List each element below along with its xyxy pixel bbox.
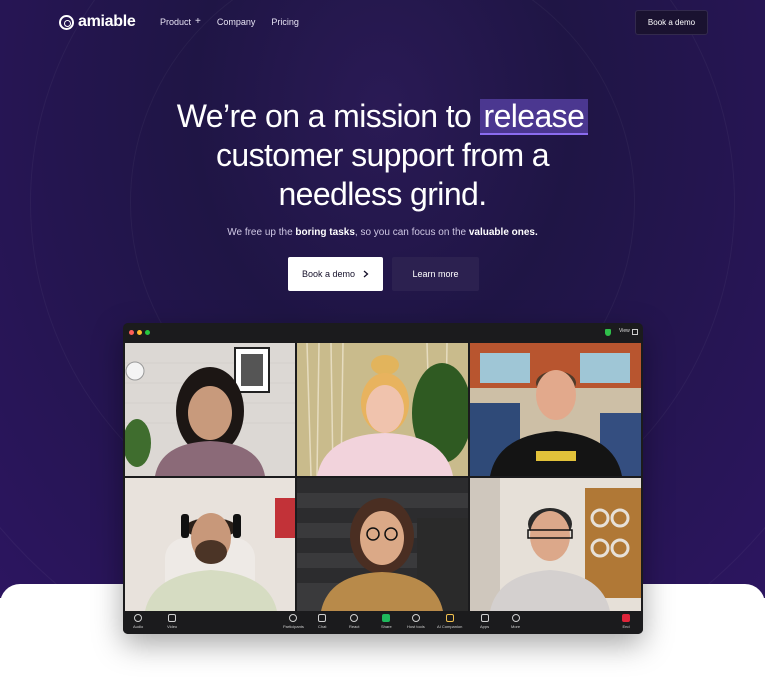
headline-text: We’re on a mission to xyxy=(176,98,472,134)
participant-video xyxy=(297,343,468,476)
chat-label: Chat xyxy=(318,624,327,629)
nav-book-demo-button[interactable]: Book a demo xyxy=(635,10,708,35)
nav-link-product[interactable]: Product + xyxy=(160,16,201,27)
subtitle-bold: boring tasks xyxy=(295,227,355,238)
video-button[interactable]: Video xyxy=(167,614,177,629)
chevron-right-icon xyxy=(363,270,369,278)
end-button[interactable]: End xyxy=(622,614,630,629)
participant-video xyxy=(125,478,295,611)
react-label: React xyxy=(349,624,360,629)
logo[interactable]: amiable xyxy=(59,13,136,31)
end-label: End xyxy=(622,624,630,629)
ai-companion-label: AI Companion xyxy=(437,624,463,629)
microphone-icon xyxy=(134,614,143,622)
host-tools-label: Host tools xyxy=(407,624,425,629)
participant-video xyxy=(470,478,641,611)
nav-link-company[interactable]: Company xyxy=(217,16,256,27)
call-toolbar: Audio Video Participants Chat React Shar… xyxy=(123,611,643,634)
more-icon xyxy=(511,614,520,622)
close-window-dot[interactable] xyxy=(129,330,134,335)
audio-button[interactable]: Audio xyxy=(133,614,143,629)
ai-companion-button[interactable]: AI Companion xyxy=(437,614,462,629)
subtitle-text: We free up the xyxy=(227,227,293,238)
headline-highlight: release xyxy=(479,99,589,135)
apps-button[interactable]: Apps xyxy=(480,614,489,629)
maximize-window-dot[interactable] xyxy=(145,330,150,335)
camera-icon xyxy=(168,614,177,622)
heart-icon xyxy=(350,614,359,622)
window-titlebar: View xyxy=(123,323,643,342)
grid-view-icon[interactable] xyxy=(632,329,638,335)
participant-tile[interactable] xyxy=(470,343,641,476)
minimize-window-dot[interactable] xyxy=(137,330,142,335)
view-label[interactable]: View xyxy=(619,328,630,334)
shield-icon xyxy=(411,614,420,622)
video-label: Video xyxy=(167,624,178,629)
plus-icon: + xyxy=(195,16,201,27)
nav-link-label: Pricing xyxy=(271,16,299,27)
react-button[interactable]: React xyxy=(349,614,359,629)
subtitle-bold: valuable ones. xyxy=(468,227,538,238)
subtitle-text: , so you can focus on the xyxy=(354,227,467,238)
participants-icon xyxy=(289,614,298,622)
chat-icon xyxy=(318,614,327,622)
participant-tile[interactable] xyxy=(470,478,641,611)
headline-line-3: needless grind. xyxy=(278,176,487,212)
nav-link-pricing[interactable]: Pricing xyxy=(271,16,299,27)
apps-label: Apps xyxy=(480,624,490,629)
apps-icon xyxy=(480,614,489,622)
participant-video xyxy=(297,478,468,611)
participant-tile[interactable] xyxy=(297,478,468,611)
shield-icon xyxy=(605,329,611,336)
participants-button[interactable]: Participants xyxy=(283,614,304,629)
logo-text: amiable xyxy=(78,13,136,30)
share-button[interactable]: Share xyxy=(381,614,392,629)
more-button[interactable]: More xyxy=(511,614,520,629)
book-demo-label: Book a demo xyxy=(301,269,356,279)
host-tools-button[interactable]: Host tools xyxy=(407,614,425,629)
participant-tile[interactable] xyxy=(297,343,468,476)
participant-video xyxy=(470,343,641,476)
learn-more-button[interactable]: Learn more xyxy=(392,257,479,291)
participant-tile[interactable] xyxy=(125,343,295,476)
logo-icon xyxy=(59,14,74,30)
headline-line-2: customer support from a xyxy=(216,137,550,173)
nav-link-label: Company xyxy=(216,16,256,27)
share-screen-icon xyxy=(382,614,391,622)
nav-links: Product + Company Pricing xyxy=(160,16,299,27)
top-nav: amiable Product + Company Pricing Book a… xyxy=(0,0,765,46)
hero-headline: We’re on a mission to release customer s… xyxy=(120,97,645,214)
sparkle-icon xyxy=(445,614,454,622)
participant-video xyxy=(125,343,295,476)
more-label: More xyxy=(511,624,521,629)
end-call-icon xyxy=(622,614,630,622)
participant-tile[interactable] xyxy=(125,478,295,611)
participant-grid xyxy=(125,343,641,611)
audio-label: Audio xyxy=(133,624,144,629)
participants-label: Participants xyxy=(283,624,304,629)
nav-link-label: Product xyxy=(160,16,192,27)
hero-subtitle: We free up the boring tasks, so you can … xyxy=(120,227,645,238)
chat-button[interactable]: Chat xyxy=(318,614,326,629)
book-demo-button[interactable]: Book a demo xyxy=(288,257,383,291)
share-label: Share xyxy=(381,624,392,629)
video-call-window: View Audio Video Participants Chat React… xyxy=(123,323,643,634)
